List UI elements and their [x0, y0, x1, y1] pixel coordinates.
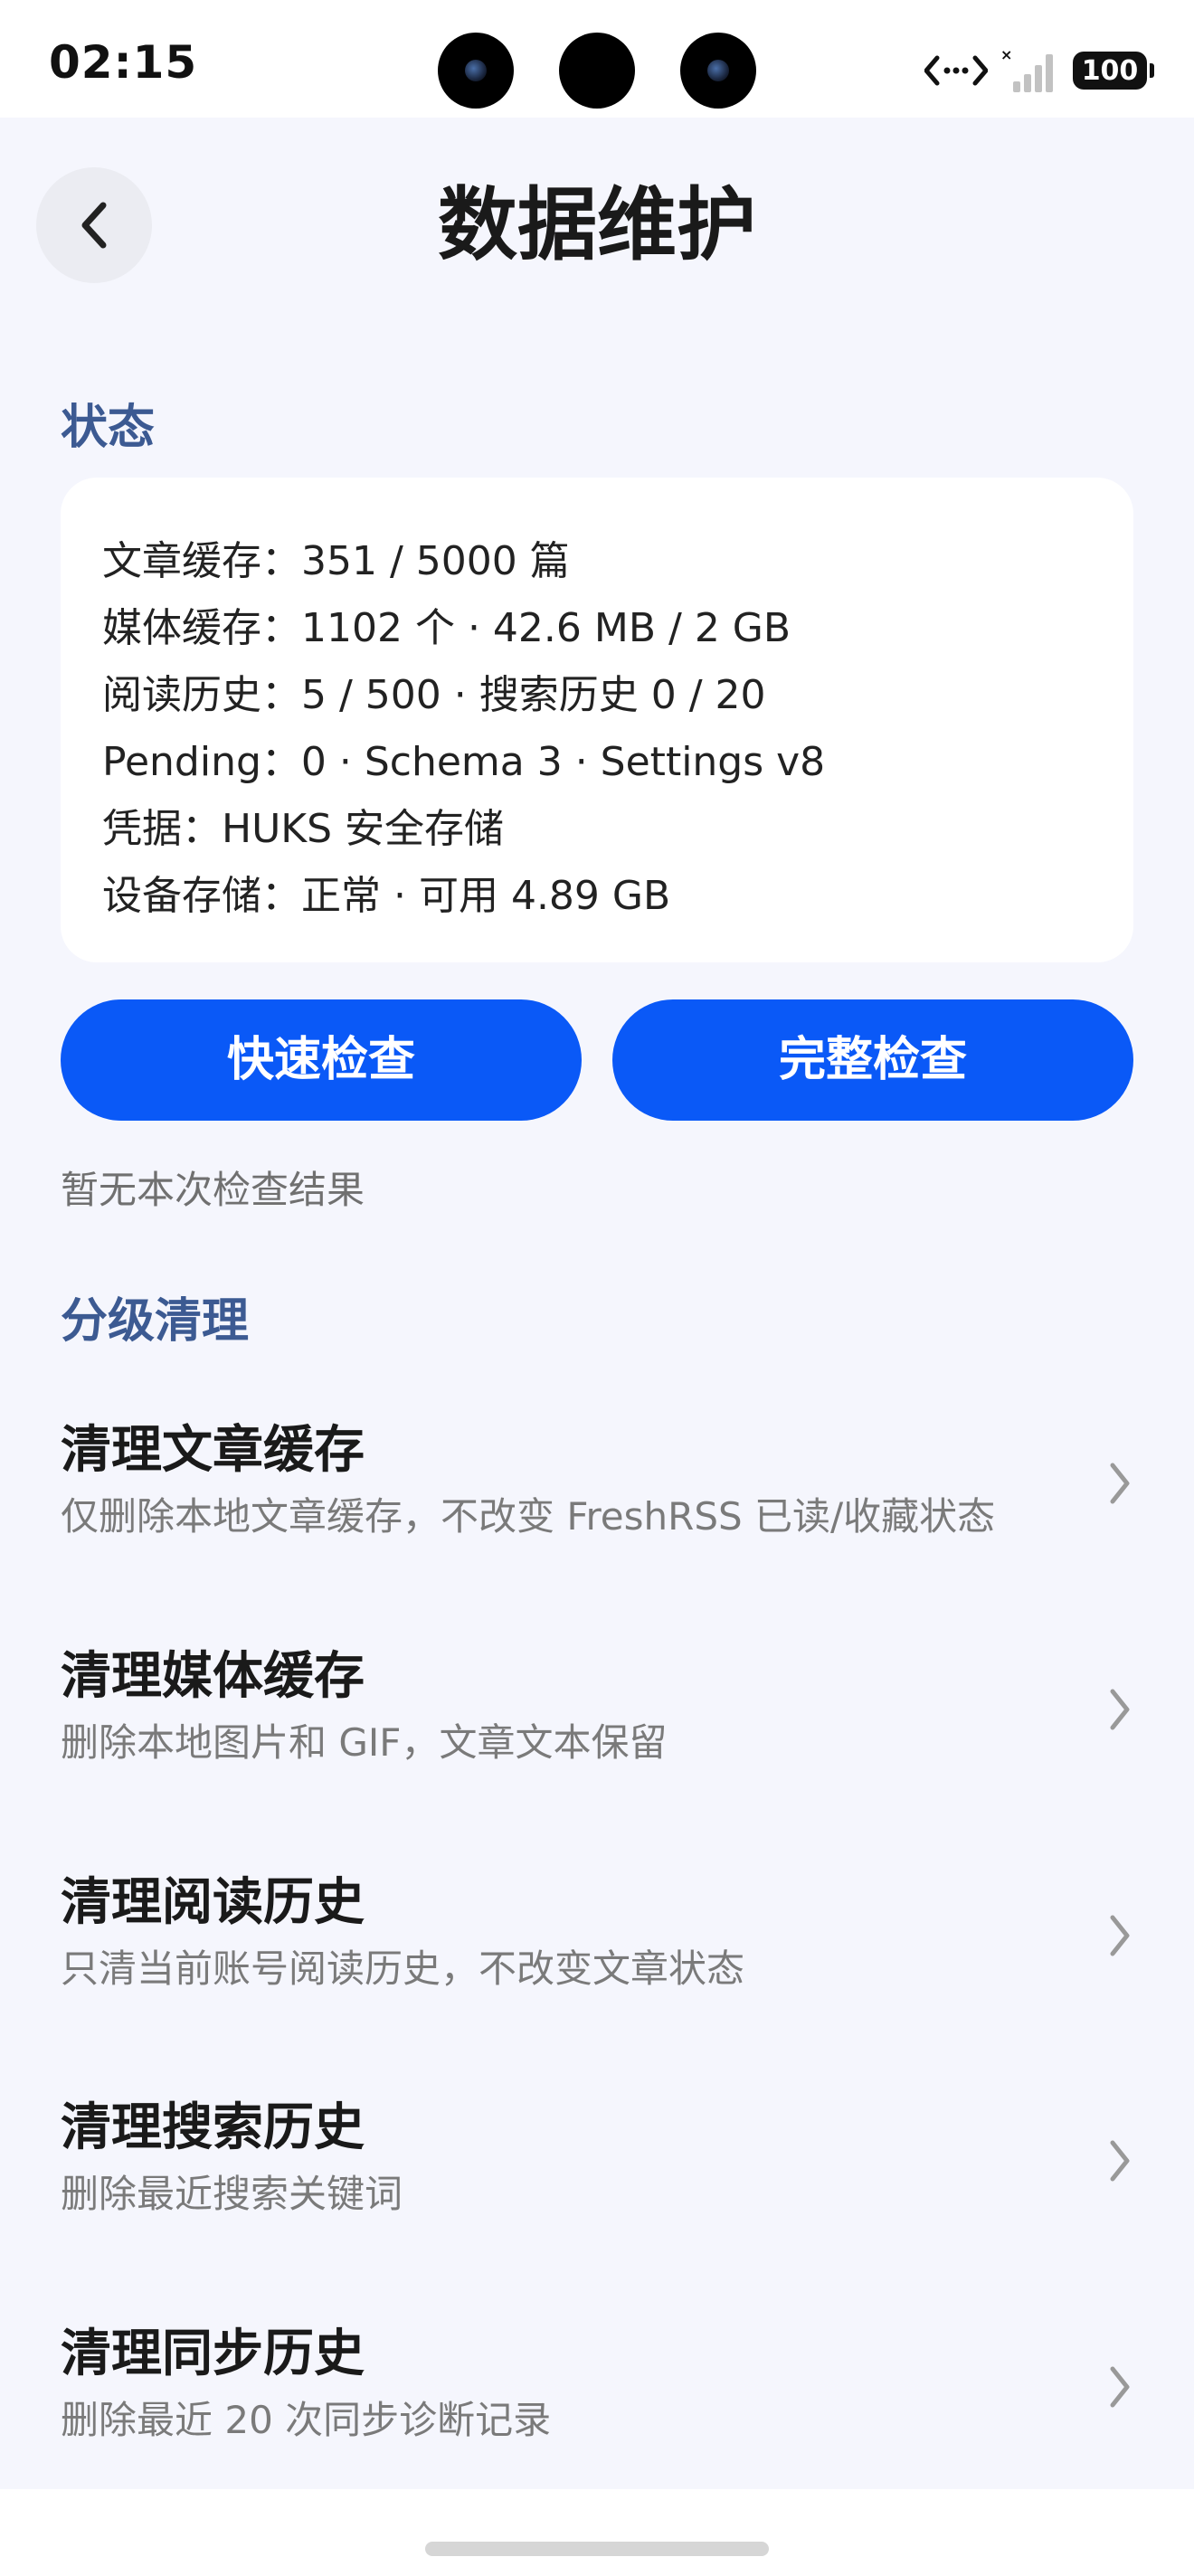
- chevron-right-icon: [1110, 2140, 1130, 2182]
- status-bar: 02:15 × 100: [0, 0, 1194, 118]
- media-cache-status: 媒体缓存：1102 个 · 42.6 MB / 2 GB: [102, 605, 791, 651]
- status-time: 02:15: [49, 36, 198, 89]
- clean-search-history-item[interactable]: 清理搜索历史 删除最近搜索关键词: [0, 2092, 1194, 2318]
- data-maintenance-page: 02:15 × 100 数据维护 状态 文章缓存：351 / 5000 篇 媒体…: [0, 0, 1194, 2576]
- clean-item-desc: 删除本地图片和 GIF，文章文本保留: [61, 1720, 668, 1765]
- network-transfer-icon: [924, 55, 988, 86]
- page-title: 数据维护: [437, 178, 756, 271]
- check-result-text: 暂无本次检查结果: [61, 1168, 365, 1212]
- cleanup-section-title: 分级清理: [61, 1294, 250, 1349]
- chevron-right-icon: [1110, 2366, 1130, 2408]
- clean-item-title: 清理文章缓存: [61, 1421, 365, 1480]
- history-status: 阅读历史：5 / 500 · 搜索历史 0 / 20: [102, 672, 766, 718]
- battery-indicator: 100: [1073, 52, 1154, 90]
- camera-lens-left: [438, 33, 514, 109]
- cellular-signal-icon: ×: [1000, 47, 1053, 92]
- status-section-title: 状态: [61, 401, 156, 455]
- status-card: 文章缓存：351 / 5000 篇 媒体缓存：1102 个 · 42.6 MB …: [61, 478, 1133, 962]
- navigation-bar: [0, 2489, 1194, 2576]
- pending-status: Pending：0 · Schema 3 · Settings v8: [102, 739, 826, 785]
- clean-item-title: 清理媒体缓存: [61, 1647, 365, 1706]
- home-indicator[interactable]: [425, 2542, 769, 2556]
- clean-item-title: 清理搜索历史: [61, 2098, 365, 2157]
- back-button[interactable]: [36, 167, 152, 283]
- clean-article-cache-item[interactable]: 清理文章缓存 仅删除本地文章缓存，不改变 FreshRSS 已读/收藏状态: [0, 1415, 1194, 1641]
- clean-item-desc: 仅删除本地文章缓存，不改变 FreshRSS 已读/收藏状态: [61, 1494, 996, 1539]
- header: 数据维护: [0, 118, 1194, 335]
- clean-media-cache-item[interactable]: 清理媒体缓存 删除本地图片和 GIF，文章文本保留: [0, 1641, 1194, 1867]
- clean-item-desc: 删除最近 20 次同步诊断记录: [61, 2398, 552, 2442]
- svg-text:×: ×: [1000, 47, 1012, 63]
- clean-item-title: 清理同步历史: [61, 2325, 365, 2383]
- chevron-right-icon: [1110, 1689, 1130, 1730]
- full-check-button[interactable]: 完整检查: [612, 999, 1133, 1121]
- clean-item-title: 清理阅读历史: [61, 1873, 365, 1932]
- clean-item-desc: 删除最近搜索关键词: [61, 2172, 403, 2216]
- camera-lens-right: [680, 33, 756, 109]
- quick-check-button[interactable]: 快速检查: [61, 999, 582, 1121]
- chevron-right-icon: [1110, 1915, 1130, 1956]
- status-icons: × 100: [924, 43, 1154, 98]
- article-cache-status: 文章缓存：351 / 5000 篇: [102, 538, 570, 584]
- camera-lens-center: [559, 33, 635, 109]
- chevron-left-icon: [81, 202, 107, 249]
- device-storage-status: 设备存储：正常 · 可用 4.89 GB: [102, 873, 671, 919]
- chevron-right-icon: [1110, 1463, 1130, 1504]
- credential-status: 凭据：HUKS 安全存储: [102, 806, 505, 852]
- clean-item-desc: 只清当前账号阅读历史，不改变文章状态: [61, 1946, 745, 1991]
- clean-reading-history-item[interactable]: 清理阅读历史 只清当前账号阅读历史，不改变文章状态: [0, 1867, 1194, 2093]
- battery-level: 100: [1081, 54, 1139, 87]
